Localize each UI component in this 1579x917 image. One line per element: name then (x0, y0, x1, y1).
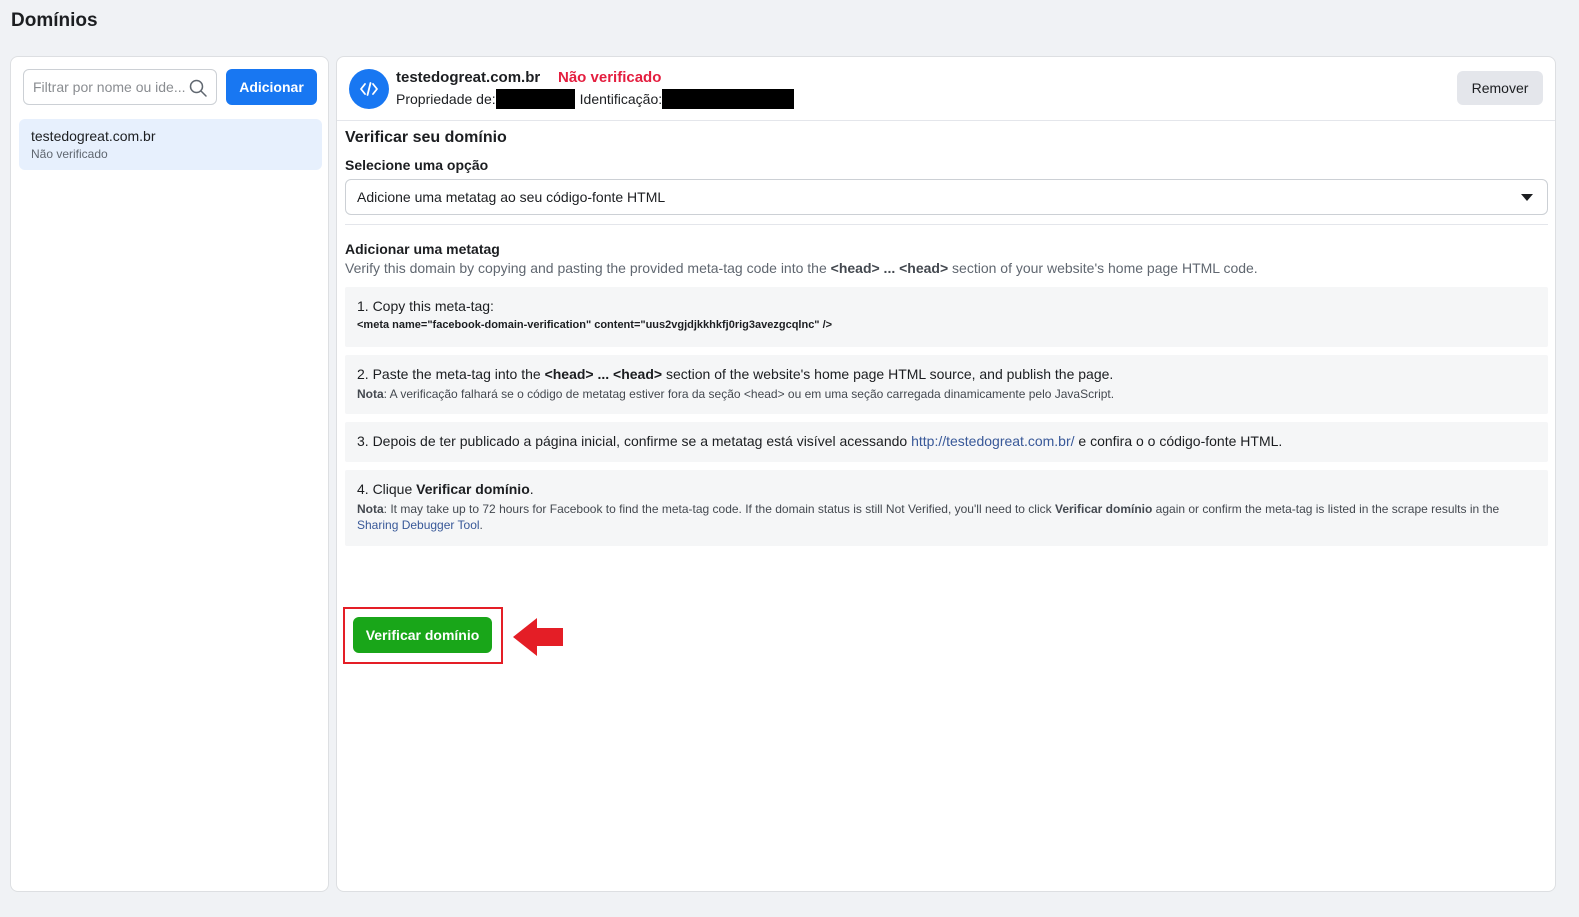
step-3: 3. Depois de ter publicado a página inic… (345, 422, 1548, 462)
step-1: 1. Copy this meta-tag: <meta name="faceb… (345, 287, 1548, 347)
domain-list-item-status: Não verificado (31, 147, 108, 161)
domain-header: testedogreat.com.br Não verificado Propr… (337, 57, 1555, 121)
domain-meta: Propriedade de: Identificação: (396, 89, 795, 109)
id-redacted (662, 89, 795, 109)
step-2-note: Nota: A verificação falhará se o código … (357, 387, 1115, 401)
pointer-arrow-icon (513, 618, 563, 656)
highlight-box: Verificar domínio (343, 607, 503, 664)
id-label: Identificação: (579, 91, 663, 107)
search-input[interactable] (33, 70, 189, 104)
remove-button[interactable]: Remover (1457, 71, 1543, 105)
select-label: Selecione uma opção (345, 157, 489, 173)
search-icon[interactable] (188, 78, 208, 98)
add-button[interactable]: Adicionar (226, 69, 317, 105)
sharing-debugger-link[interactable]: Sharing Debugger Tool (357, 518, 480, 532)
step-4-text: 4. Clique Verificar domínio. (357, 481, 534, 497)
step-1-text: 1. Copy this meta-tag: (357, 298, 494, 314)
owner-label: Propriedade de: (396, 91, 496, 107)
page-title: Domínios (11, 10, 98, 31)
domain-detail-panel: testedogreat.com.br Não verificado Propr… (336, 56, 1556, 892)
metatag-description: Verify this domain by copying and pastin… (345, 260, 1258, 276)
verification-status: Não verificado (558, 69, 662, 86)
metatag-title: Adicionar uma metatag (345, 241, 500, 257)
domain-link[interactable]: http://testedogreat.com.br/ (911, 433, 1074, 449)
owner-redacted (495, 89, 575, 109)
meta-tag-code[interactable]: <meta name="facebook-domain-verification… (357, 319, 1536, 331)
step-3-text: 3. Depois de ter publicado a página inic… (357, 433, 1283, 449)
verify-section-title: Verificar seu domínio (345, 129, 507, 146)
domain-list-item-name: testedogreat.com.br (31, 128, 156, 144)
step-4-note: Nota: It may take up to 72 hours for Fac… (357, 502, 1500, 532)
caret-down-icon (1521, 194, 1533, 201)
step-4: 4. Clique Verificar domínio. Nota: It ma… (345, 470, 1548, 546)
step-2-text: 2. Paste the meta-tag into the <head> ..… (357, 366, 1114, 382)
step-2: 2. Paste the meta-tag into the <head> ..… (345, 355, 1548, 414)
divider (345, 224, 1548, 225)
domain-list-item[interactable]: testedogreat.com.br Não verificado (19, 119, 322, 170)
code-icon (349, 69, 389, 109)
search-box[interactable] (23, 69, 217, 105)
verify-domain-button[interactable]: Verificar domínio (353, 617, 492, 653)
verification-method-select[interactable]: Adicione uma metatag ao seu código-fonte… (345, 179, 1548, 215)
selected-option: Adicione uma metatag ao seu código-fonte… (357, 189, 666, 205)
domain-list-panel: Adicionar testedogreat.com.br Não verifi… (10, 56, 329, 892)
verification-content: Verificar seu domínio Selecione uma opçã… (343, 129, 1548, 664)
domain-name: testedogreat.com.br (396, 69, 541, 86)
